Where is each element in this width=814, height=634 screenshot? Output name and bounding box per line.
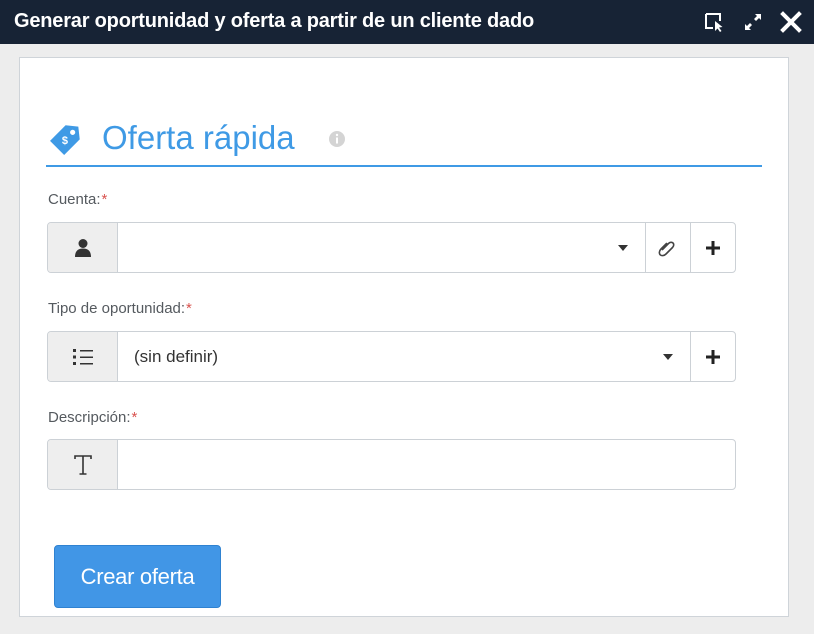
close-icon — [780, 11, 802, 33]
opportunity-type-selected: (sin definir) — [134, 346, 219, 366]
account-field — [47, 222, 736, 273]
dropdown-caret-icon — [618, 244, 628, 251]
description-label-text: Descripción: — [48, 409, 131, 426]
form-panel: $ Oferta rápida Cuenta:* Tipo de oportun… — [19, 57, 789, 617]
account-label: Cuenta:* — [48, 191, 107, 208]
text-t-icon — [73, 454, 92, 475]
opportunity-type-dropdown-toggle[interactable] — [646, 332, 690, 381]
account-label-text: Cuenta: — [48, 191, 101, 208]
expand-icon — [745, 14, 761, 30]
link-icon — [658, 241, 675, 256]
required-marker: * — [101, 191, 108, 208]
section-title: Oferta rápida — [102, 119, 295, 156]
account-combobox[interactable] — [118, 223, 601, 272]
description-input[interactable] — [118, 440, 735, 489]
list-icon — [72, 348, 93, 365]
window-title: Generar oportunidad y oferta a partir de… — [14, 10, 535, 32]
user-icon — [74, 238, 91, 257]
svg-text:$: $ — [62, 135, 68, 147]
description-input-wrap[interactable] — [118, 440, 735, 489]
required-marker: * — [131, 409, 138, 426]
window-actions — [698, 6, 808, 38]
account-link-button[interactable] — [645, 223, 690, 272]
plus-icon — [706, 349, 720, 364]
plus-icon — [706, 240, 720, 255]
opportunity-type-label-text: Tipo de oportunidad: — [48, 300, 186, 317]
select-window-icon — [705, 13, 723, 32]
opportunity-type-add-button[interactable] — [690, 332, 735, 381]
account-addon — [48, 223, 118, 272]
select-window-button[interactable] — [698, 6, 732, 38]
opportunity-type-select[interactable]: (sin definir) — [118, 332, 646, 381]
opportunity-type-addon — [48, 332, 118, 381]
info-icon[interactable] — [328, 130, 346, 148]
description-label: Descripción:* — [48, 409, 137, 426]
account-dropdown-toggle[interactable] — [601, 223, 645, 272]
close-button[interactable] — [774, 6, 808, 38]
description-addon — [48, 440, 118, 489]
dropdown-caret-icon — [663, 353, 673, 360]
window-titlebar: Generar oportunidad y oferta a partir de… — [0, 0, 814, 44]
required-marker: * — [186, 300, 192, 317]
section-header: $ Oferta rápida — [46, 118, 762, 167]
account-input[interactable] — [118, 223, 601, 272]
description-field — [47, 439, 736, 490]
price-tag-icon: $ — [50, 125, 80, 155]
opportunity-type-field: (sin definir) — [47, 331, 736, 382]
account-add-button[interactable] — [690, 223, 735, 272]
opportunity-type-label: Tipo de oportunidad:* — [48, 300, 192, 317]
create-offer-button[interactable]: Crear oferta — [54, 545, 221, 608]
expand-button[interactable] — [736, 6, 770, 38]
